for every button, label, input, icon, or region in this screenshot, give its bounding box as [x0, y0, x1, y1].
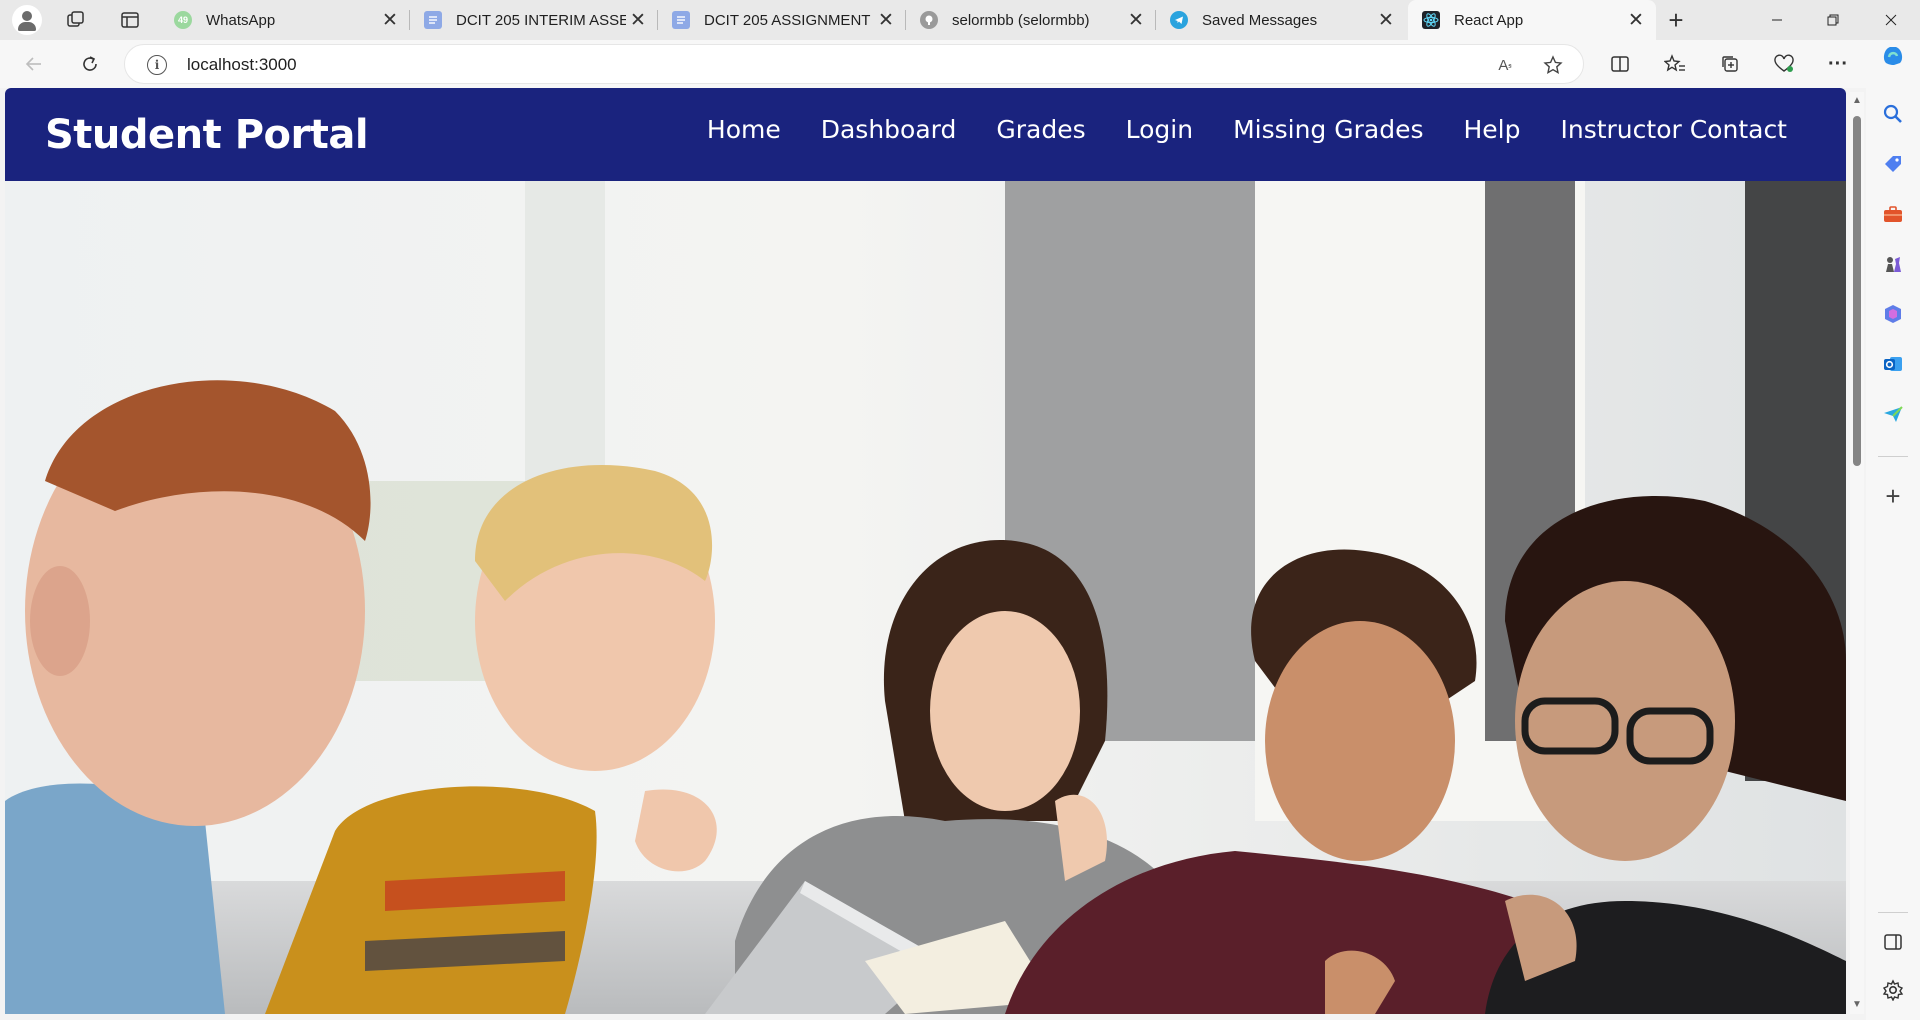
browser-toolbar: i localhost:3000 Aꭶ ··· [0, 40, 1920, 88]
split-screen-icon[interactable] [1606, 50, 1634, 78]
outlook-icon[interactable] [1879, 350, 1907, 378]
whatsapp-icon: 49 [174, 11, 192, 29]
sidebar-divider [1878, 456, 1908, 457]
scroll-up-icon[interactable]: ▲ [1852, 96, 1862, 106]
nav-missing-grades[interactable]: Missing Grades [1233, 115, 1423, 144]
tab-title: DCIT 205 INTERIM ASSESSMENT [456, 11, 626, 29]
workspaces-icon[interactable] [64, 8, 88, 32]
google-docs-icon [424, 11, 442, 29]
microsoft-365-icon[interactable] [1879, 300, 1907, 328]
restore-icon[interactable] [1810, 0, 1856, 40]
close-tab-icon[interactable]: ✕ [378, 8, 402, 32]
games-chess-icon[interactable] [1879, 250, 1907, 278]
favorites-icon[interactable] [1661, 50, 1689, 78]
site-navbar: Student Portal Home Dashboard Grades Log… [5, 88, 1846, 181]
refresh-icon[interactable] [76, 50, 104, 78]
nav-home[interactable]: Home [707, 115, 781, 144]
hide-sidebar-icon[interactable] [1879, 928, 1907, 956]
nav-help[interactable]: Help [1463, 115, 1520, 144]
profile-avatar-icon[interactable] [12, 5, 42, 35]
site-info-icon[interactable]: i [147, 55, 167, 75]
tab-title: WhatsApp [206, 11, 276, 29]
tab-whatsapp[interactable]: 49 WhatsApp ✕ [160, 0, 410, 40]
scroll-down-icon[interactable]: ▼ [1852, 1000, 1862, 1010]
edge-sidebar: + [1866, 40, 1920, 1020]
google-docs-icon [672, 11, 690, 29]
close-tab-icon[interactable]: ✕ [1374, 8, 1398, 32]
add-sidebar-app-icon[interactable]: + [1879, 481, 1907, 511]
tab-dcit-interim[interactable]: DCIT 205 INTERIM ASSESSMENT ✕ [410, 0, 658, 40]
tab-title: React App [1454, 11, 1524, 29]
close-tab-icon[interactable]: ✕ [874, 8, 898, 32]
search-icon[interactable] [1879, 100, 1907, 128]
tab-dcit-assignment[interactable]: DCIT 205 ASSIGNMENT 1 ✕ [658, 0, 906, 40]
back-icon[interactable] [20, 50, 48, 78]
tab-telegram[interactable]: Saved Messages ✕ [1156, 0, 1406, 40]
tools-briefcase-icon[interactable] [1879, 200, 1907, 228]
address-bar[interactable]: i localhost:3000 Aꭶ [124, 44, 1584, 84]
telegram-icon [1170, 11, 1188, 29]
students-photo [5, 181, 1846, 1014]
github-icon [920, 11, 938, 29]
tab-title: DCIT 205 ASSIGNMENT 1 [704, 11, 874, 29]
nav-dashboard[interactable]: Dashboard [821, 115, 957, 144]
copilot-icon[interactable] [1879, 42, 1907, 70]
tab-title: Saved Messages [1202, 11, 1318, 29]
page-viewport: Student Portal Home Dashboard Grades Log… [5, 88, 1846, 1014]
tab-actions-icon[interactable] [118, 8, 142, 32]
more-options-icon[interactable]: ··· [1824, 50, 1852, 78]
page-scrollbar[interactable]: ▲ ▼ [1850, 92, 1864, 1014]
shopping-tag-icon[interactable] [1879, 150, 1907, 178]
collections-icon[interactable] [1716, 50, 1744, 78]
site-brand[interactable]: Student Portal [45, 112, 369, 158]
close-window-icon[interactable] [1868, 0, 1914, 40]
nav-grades[interactable]: Grades [996, 115, 1085, 144]
close-tab-icon[interactable]: ✕ [626, 8, 650, 32]
tab-github[interactable]: selormbb (selormbb) ✕ [906, 0, 1156, 40]
tab-react-app[interactable]: React App ✕ [1408, 0, 1656, 40]
url-text[interactable]: localhost:3000 [187, 55, 297, 75]
settings-gear-icon[interactable] [1879, 976, 1907, 1004]
read-aloud-icon[interactable]: Aꭶ [1493, 53, 1517, 77]
drop-send-icon[interactable] [1879, 400, 1907, 428]
scroll-thumb[interactable] [1853, 116, 1861, 466]
tab-title: selormbb (selormbb) [952, 11, 1090, 29]
nav-login[interactable]: Login [1126, 115, 1193, 144]
browser-essentials-icon[interactable] [1770, 50, 1798, 78]
close-tab-icon[interactable]: ✕ [1624, 8, 1648, 32]
react-icon [1422, 11, 1440, 29]
close-tab-icon[interactable]: ✕ [1124, 8, 1148, 32]
nav-instructor-contact[interactable]: Instructor Contact [1560, 115, 1787, 144]
sidebar-divider [1878, 912, 1908, 913]
tab-strip: 49 WhatsApp ✕ DCIT 205 INTERIM ASSESSMEN… [0, 0, 1920, 40]
hero-students-photo [5, 181, 1846, 1014]
minimize-icon[interactable] [1754, 0, 1800, 40]
new-tab-icon[interactable]: + [1664, 5, 1688, 35]
nav-links: Home Dashboard Grades Login Missing Grad… [707, 115, 1787, 144]
favorite-star-icon[interactable] [1541, 53, 1565, 77]
